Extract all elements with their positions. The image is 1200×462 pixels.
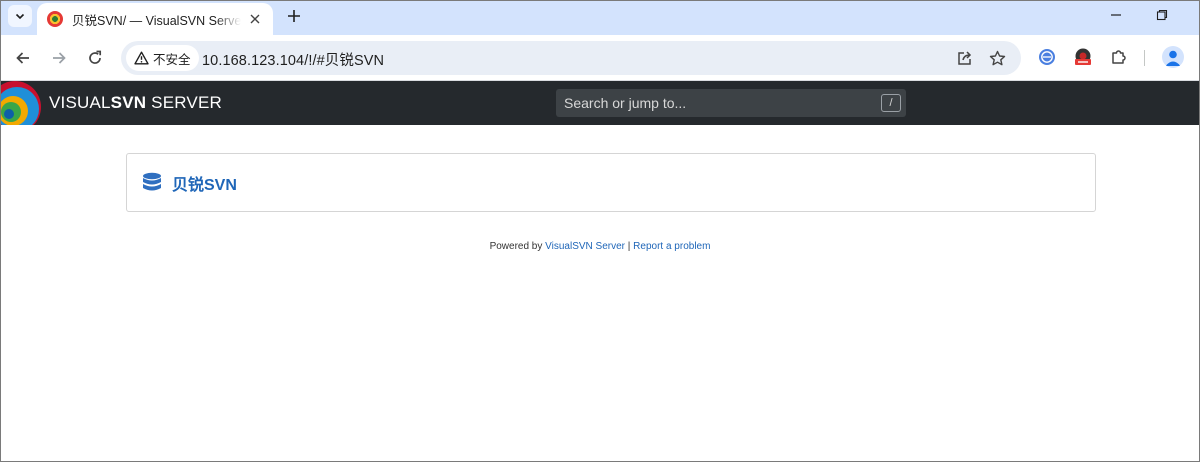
brand-part-svn: SVN bbox=[110, 93, 147, 112]
app-brand-title[interactable]: VISUALSVN SERVER bbox=[49, 93, 222, 113]
brand-part-server: SERVER bbox=[146, 93, 222, 112]
minimize-window-button[interactable] bbox=[1105, 7, 1127, 23]
plus-icon bbox=[288, 10, 300, 22]
database-icon bbox=[143, 172, 161, 191]
security-label: 不安全 bbox=[153, 52, 191, 67]
star-icon bbox=[989, 50, 1005, 65]
visualsvn-logo[interactable] bbox=[1, 81, 43, 125]
minimize-icon bbox=[1111, 14, 1121, 16]
footer-separator: | bbox=[625, 241, 634, 252]
close-icon bbox=[250, 14, 260, 24]
tab-search-button[interactable] bbox=[8, 5, 32, 27]
warning-icon bbox=[134, 51, 149, 65]
share-button[interactable] bbox=[956, 49, 974, 67]
footer-product-link[interactable]: VisualSVN Server bbox=[545, 241, 625, 252]
address-bar[interactable]: 不安全 10.168.123.104/!/#贝锐SVN bbox=[121, 41, 1021, 75]
tab-close-button[interactable] bbox=[247, 11, 263, 27]
back-button[interactable] bbox=[12, 47, 34, 69]
user-avatar-icon bbox=[1165, 50, 1181, 66]
arrow-left-icon bbox=[16, 52, 29, 64]
new-tab-button[interactable] bbox=[284, 6, 304, 26]
new-badge-extension-icon bbox=[1075, 48, 1091, 65]
page-footer: Powered by VisualSVN Server | Report a p… bbox=[1, 241, 1199, 252]
browser-tab-active[interactable]: 贝锐SVN/ — VisualSVN Server bbox=[37, 3, 273, 35]
footer-report-link[interactable]: Report a problem bbox=[633, 241, 710, 252]
restore-icon bbox=[1156, 9, 1168, 21]
search-input[interactable] bbox=[556, 89, 906, 117]
tab-title: 贝锐SVN/ — VisualSVN Server bbox=[72, 13, 241, 28]
translate-extension-icon bbox=[1039, 49, 1055, 65]
toolbar-separator bbox=[1144, 50, 1145, 66]
visualsvn-logo-icon bbox=[1, 81, 41, 125]
repository-link[interactable]: 贝锐SVN bbox=[142, 171, 237, 195]
brand-part-visual: VISUAL bbox=[49, 93, 111, 112]
app-header: VISUALSVN SERVER / bbox=[1, 81, 1199, 125]
extension-new-button[interactable] bbox=[1073, 47, 1093, 67]
browser-tab-strip: 贝锐SVN/ — VisualSVN Server bbox=[1, 1, 1199, 35]
extensions-button[interactable] bbox=[1109, 47, 1129, 67]
reload-icon bbox=[89, 50, 102, 64]
forward-button[interactable] bbox=[48, 47, 70, 69]
share-icon bbox=[958, 51, 972, 65]
reload-button[interactable] bbox=[84, 47, 106, 69]
security-indicator[interactable]: 不安全 bbox=[126, 45, 199, 71]
puzzle-icon bbox=[1112, 50, 1126, 64]
footer-powered-by: Powered by bbox=[489, 241, 546, 252]
site-favicon-icon bbox=[47, 11, 63, 27]
repository-name: 贝锐SVN bbox=[172, 177, 237, 194]
extension-translate-button[interactable] bbox=[1037, 47, 1057, 67]
restore-window-button[interactable] bbox=[1151, 7, 1173, 23]
arrow-right-icon bbox=[53, 52, 66, 64]
browser-toolbar: 不安全 10.168.123.104/!/#贝锐SVN bbox=[1, 35, 1199, 81]
search-box: / bbox=[556, 89, 906, 117]
bookmark-button[interactable] bbox=[988, 49, 1006, 67]
chevron-down-icon bbox=[15, 13, 25, 20]
search-shortcut-hint: / bbox=[881, 94, 901, 112]
url-text[interactable]: 10.168.123.104/!/#贝锐SVN bbox=[202, 49, 384, 70]
repository-list-card: 贝锐SVN bbox=[126, 153, 1096, 212]
profile-button[interactable] bbox=[1162, 46, 1184, 68]
